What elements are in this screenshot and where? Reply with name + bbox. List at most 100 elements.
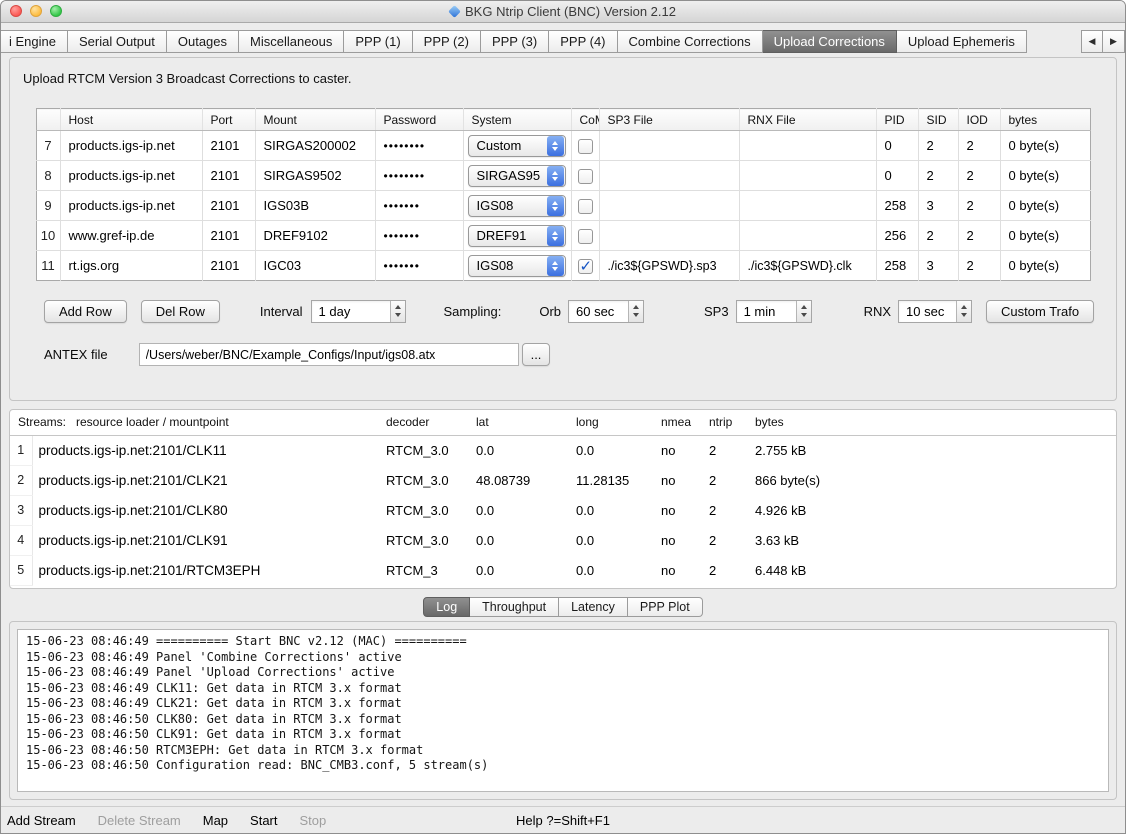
mount-cell[interactable]: IGS03B — [255, 191, 375, 221]
orb-sampling-spinner[interactable]: 60 sec — [568, 300, 644, 323]
system-select[interactable]: IGS08 — [468, 255, 566, 277]
sp3-file-cell[interactable] — [599, 161, 739, 191]
tab-scroll-left-icon[interactable]: ◀ — [1081, 30, 1103, 53]
stream-row[interactable]: 2 products.igs-ip.net:2101/CLK21 RTCM_3.… — [10, 465, 1116, 495]
stream-row[interactable]: 1 products.igs-ip.net:2101/CLK11 RTCM_3.… — [10, 435, 1116, 465]
tab-ppp-plot[interactable]: PPP Plot — [628, 597, 703, 617]
iod-cell[interactable]: 2 — [958, 131, 1000, 161]
host-cell[interactable]: products.igs-ip.net — [60, 191, 202, 221]
mount-cell[interactable]: IGC03 — [255, 251, 375, 281]
map-button[interactable]: Map — [203, 813, 228, 828]
custom-trafo-button[interactable]: Custom Trafo — [986, 300, 1094, 323]
antex-file-input[interactable] — [139, 343, 519, 366]
password-cell[interactable]: •••••••• — [375, 131, 463, 161]
row-header[interactable]: 10 — [36, 221, 60, 251]
rnx-file-cell[interactable]: ./ic3${GPSWD}.clk — [739, 251, 876, 281]
system-select[interactable]: Custom — [468, 135, 566, 157]
delete-stream-button[interactable]: Delete Stream — [98, 813, 181, 828]
log-output[interactable]: 15-06-23 08:46:49 ========== Start BNC v… — [17, 629, 1109, 792]
com-checkbox[interactable] — [578, 229, 593, 244]
tab-ppp-2[interactable]: PPP (2) — [413, 30, 481, 53]
sp3-file-cell[interactable] — [599, 191, 739, 221]
iod-cell[interactable]: 2 — [958, 221, 1000, 251]
row-header[interactable]: 8 — [36, 161, 60, 191]
rnx-file-cell[interactable] — [739, 191, 876, 221]
port-cell[interactable]: 2101 — [202, 191, 255, 221]
zoom-window-button[interactable] — [50, 5, 62, 17]
stream-row[interactable]: 5 products.igs-ip.net:2101/RTCM3EPH RTCM… — [10, 555, 1116, 585]
iod-cell[interactable]: 2 — [958, 161, 1000, 191]
tab-serial-output[interactable]: Serial Output — [68, 30, 167, 53]
host-cell[interactable]: www.gref-ip.de — [60, 221, 202, 251]
port-cell[interactable]: 2101 — [202, 221, 255, 251]
tab-outages[interactable]: Outages — [167, 30, 239, 53]
pid-cell[interactable]: 0 — [876, 161, 918, 191]
port-cell[interactable]: 2101 — [202, 131, 255, 161]
tab-log[interactable]: Log — [423, 597, 470, 617]
com-checkbox[interactable] — [578, 139, 593, 154]
tab-ppp-3[interactable]: PPP (3) — [481, 30, 549, 53]
sid-cell[interactable]: 3 — [918, 251, 958, 281]
password-cell[interactable]: ••••••• — [375, 221, 463, 251]
system-select[interactable]: DREF91 — [468, 225, 566, 247]
rnx-file-cell[interactable] — [739, 131, 876, 161]
com-checkbox[interactable] — [578, 259, 593, 274]
iod-cell[interactable]: 2 — [958, 251, 1000, 281]
add-stream-button[interactable]: Add Stream — [7, 813, 76, 828]
tab-upload-corrections[interactable]: Upload Corrections — [763, 30, 897, 53]
sid-cell[interactable]: 3 — [918, 191, 958, 221]
system-select[interactable]: SIRGAS95 — [468, 165, 566, 187]
row-header[interactable]: 7 — [36, 131, 60, 161]
password-cell[interactable]: •••••••• — [375, 161, 463, 191]
sp3-file-cell[interactable] — [599, 221, 739, 251]
system-select[interactable]: IGS08 — [468, 195, 566, 217]
com-checkbox[interactable] — [578, 169, 593, 184]
host-cell[interactable]: products.igs-ip.net — [60, 161, 202, 191]
tab-ppp-1[interactable]: PPP (1) — [344, 30, 412, 53]
stop-button[interactable]: Stop — [300, 813, 327, 828]
password-cell[interactable]: ••••••• — [375, 251, 463, 281]
pid-cell[interactable]: 258 — [876, 251, 918, 281]
sp3-file-cell[interactable] — [599, 131, 739, 161]
rnx-sampling-spinner[interactable]: 10 sec — [898, 300, 972, 323]
pid-cell[interactable]: 258 — [876, 191, 918, 221]
mount-cell[interactable]: SIRGAS200002 — [255, 131, 375, 161]
com-checkbox[interactable] — [578, 199, 593, 214]
sid-cell[interactable]: 2 — [918, 131, 958, 161]
sp3-sampling-spinner[interactable]: 1 min — [736, 300, 812, 323]
titlebar[interactable]: BKG Ntrip Client (BNC) Version 2.12 — [1, 1, 1125, 23]
tab-throughput[interactable]: Throughput — [470, 597, 559, 617]
host-cell[interactable]: products.igs-ip.net — [60, 131, 202, 161]
port-cell[interactable]: 2101 — [202, 161, 255, 191]
minimize-window-button[interactable] — [30, 5, 42, 17]
tab-i-engine[interactable]: i Engine — [1, 30, 68, 53]
row-header[interactable]: 9 — [36, 191, 60, 221]
interval-select[interactable]: 1 day — [311, 300, 406, 323]
start-button[interactable]: Start — [250, 813, 277, 828]
stream-row[interactable]: 3 products.igs-ip.net:2101/CLK80 RTCM_3.… — [10, 495, 1116, 525]
tab-miscellaneous[interactable]: Miscellaneous — [239, 30, 344, 53]
password-cell[interactable]: ••••••• — [375, 191, 463, 221]
mount-cell[interactable]: DREF9102 — [255, 221, 375, 251]
stream-row[interactable]: 4 products.igs-ip.net:2101/CLK91 RTCM_3.… — [10, 525, 1116, 555]
sp3-file-cell[interactable]: ./ic3${GPSWD}.sp3 — [599, 251, 739, 281]
sid-cell[interactable]: 2 — [918, 221, 958, 251]
mount-cell[interactable]: SIRGAS9502 — [255, 161, 375, 191]
pid-cell[interactable]: 256 — [876, 221, 918, 251]
rnx-file-cell[interactable] — [739, 221, 876, 251]
host-cell[interactable]: rt.igs.org — [60, 251, 202, 281]
tab-ppp-4[interactable]: PPP (4) — [549, 30, 617, 53]
del-row-button[interactable]: Del Row — [141, 300, 220, 323]
add-row-button[interactable]: Add Row — [44, 300, 127, 323]
close-window-button[interactable] — [10, 5, 22, 17]
tab-upload-ephemeris[interactable]: Upload Ephemeris — [897, 30, 1027, 53]
port-cell[interactable]: 2101 — [202, 251, 255, 281]
rnx-file-cell[interactable] — [739, 161, 876, 191]
tab-combine-corrections[interactable]: Combine Corrections — [618, 30, 763, 53]
antex-browse-button[interactable]: ... — [522, 343, 551, 366]
pid-cell[interactable]: 0 — [876, 131, 918, 161]
tab-latency[interactable]: Latency — [559, 597, 628, 617]
sid-cell[interactable]: 2 — [918, 161, 958, 191]
row-header[interactable]: 11 — [36, 251, 60, 281]
iod-cell[interactable]: 2 — [958, 191, 1000, 221]
